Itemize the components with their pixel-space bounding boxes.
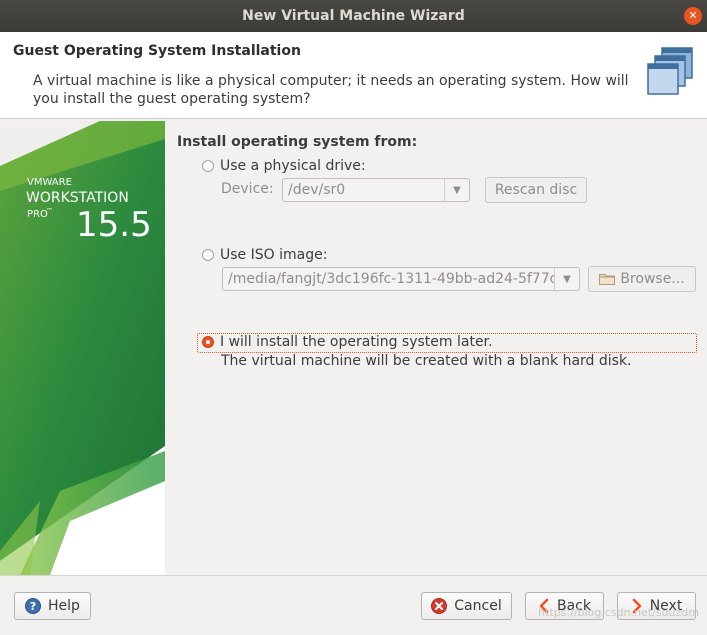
banner-brand: VMWARE — [27, 177, 72, 188]
iso-path-combo[interactable]: /media/fangjt/3dc196fc-1311-49bb-ad24-5f… — [222, 267, 580, 291]
banner-product: WORKSTATION — [26, 190, 129, 206]
section-label: Install operating system from: — [177, 134, 418, 150]
device-select[interactable]: /dev/sr0 ▼ — [282, 178, 470, 202]
wizard-window: New Virtual Machine Wizard ✕ Guest Opera… — [0, 0, 707, 635]
title-bar[interactable]: New Virtual Machine Wizard ✕ — [0, 0, 707, 32]
svg-text:?: ? — [30, 600, 36, 613]
close-icon: ✕ — [688, 9, 698, 22]
help-icon: ? — [25, 598, 42, 614]
iso-image-option[interactable]: Use ISO image: — [202, 247, 327, 263]
rescan-disc-button[interactable]: Rescan disc — [485, 177, 587, 203]
stacked-windows-icon — [647, 47, 693, 95]
iso-image-label: Use ISO image: — [220, 247, 328, 263]
install-later-description: The virtual machine will be created with… — [221, 353, 632, 369]
device-label: Device: — [221, 181, 274, 197]
cancel-label: Cancel — [454, 598, 502, 614]
watermark-text: https://blog.csdn.net/sduzdm — [538, 606, 699, 619]
help-label: Help — [48, 598, 80, 614]
install-later-option[interactable]: I will install the operating system late… — [202, 334, 492, 350]
cancel-icon — [431, 598, 448, 614]
vmware-banner-graphic: VMWARE WORKSTATION PRO ™ 15.5 — [0, 121, 165, 575]
install-later-label: I will install the operating system late… — [220, 334, 493, 350]
folder-icon — [599, 274, 616, 285]
browse-button[interactable]: Browse... — [588, 266, 696, 292]
iso-image-radio[interactable] — [202, 249, 214, 261]
close-button[interactable]: ✕ — [684, 7, 702, 25]
help-button[interactable]: ? Help — [14, 592, 91, 620]
banner-version: 15.5 — [76, 205, 152, 245]
chevron-down-icon: ▼ — [444, 179, 469, 201]
banner-edition: PRO — [27, 209, 48, 220]
button-bar: ? Help Cancel Back Next https://blog.csd… — [0, 575, 707, 635]
banner-trademark: ™ — [46, 207, 53, 215]
chevron-down-icon: ▼ — [554, 268, 579, 290]
page-title: Guest Operating System Installation — [13, 43, 301, 59]
physical-drive-option[interactable]: Use a physical drive: — [202, 158, 366, 174]
product-banner: VMWARE WORKSTATION PRO ™ 15.5 — [0, 121, 165, 575]
iso-path-value: /media/fangjt/3dc196fc-1311-49bb-ad24-5f… — [228, 271, 554, 287]
physical-drive-label: Use a physical drive: — [220, 158, 366, 174]
rescan-disc-label: Rescan disc — [494, 182, 578, 198]
cancel-button[interactable]: Cancel — [421, 592, 512, 620]
device-select-value: /dev/sr0 — [288, 182, 346, 198]
install-options-panel: Install operating system from: Use a phy… — [165, 121, 707, 575]
wizard-header: Guest Operating System Installation A vi… — [0, 32, 707, 119]
browse-label: Browse... — [620, 271, 685, 287]
install-later-radio[interactable] — [202, 336, 214, 348]
window-title: New Virtual Machine Wizard — [242, 8, 465, 24]
page-description: A virtual machine is like a physical com… — [33, 73, 629, 107]
physical-drive-radio[interactable] — [202, 160, 214, 172]
